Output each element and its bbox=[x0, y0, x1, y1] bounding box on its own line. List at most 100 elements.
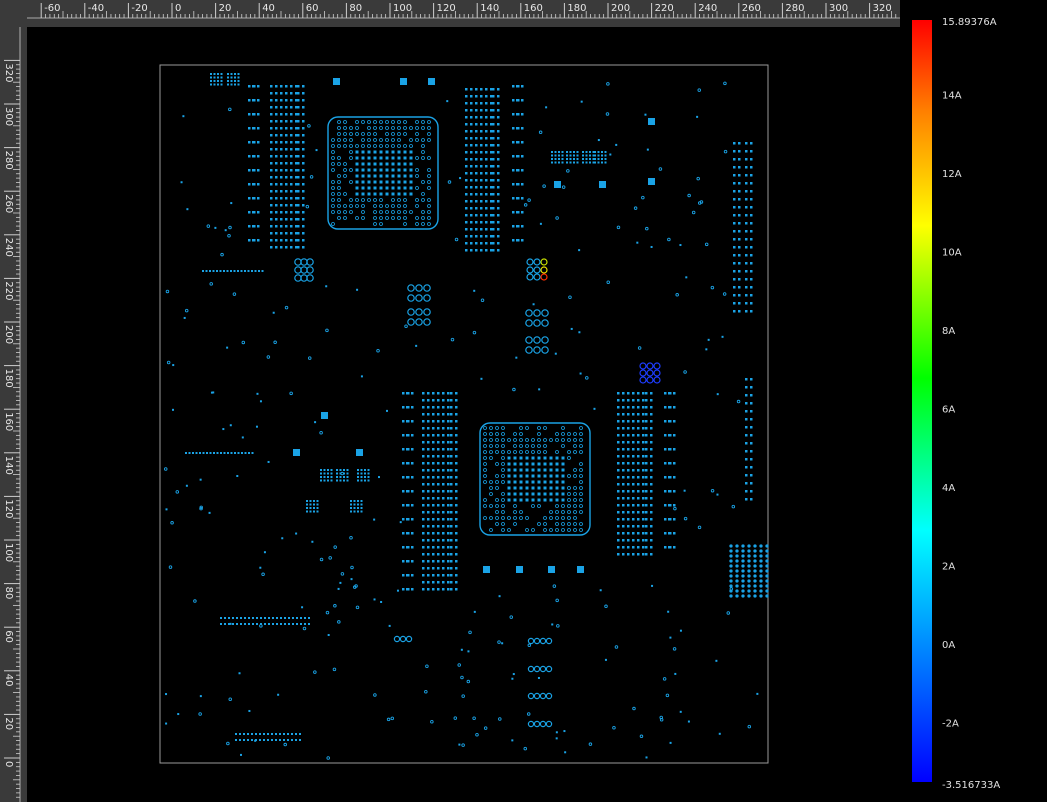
cap-pad bbox=[750, 158, 753, 161]
cap-pad bbox=[406, 406, 409, 409]
cap-pad bbox=[465, 214, 468, 217]
cap-pad bbox=[422, 525, 425, 528]
bga-core-pad bbox=[385, 162, 389, 166]
cap-pad bbox=[664, 392, 667, 395]
cap-pad bbox=[432, 462, 435, 465]
smd-pad bbox=[238, 672, 241, 675]
cap-pad bbox=[745, 206, 748, 209]
cap-pad bbox=[485, 242, 488, 245]
cap-pad bbox=[422, 392, 425, 395]
qfn-pad bbox=[217, 80, 219, 82]
qfn-pad bbox=[343, 479, 345, 482]
qfn-pad bbox=[346, 469, 349, 471]
cap-pad bbox=[516, 99, 519, 102]
cap-pad bbox=[432, 469, 435, 472]
via-pad bbox=[759, 574, 763, 578]
horizontal-ruler[interactable]: -60 -40 -20 0 20 40 60 80 100 120 140 160 180 200 220 2… bbox=[0, 0, 900, 27]
cap-pad bbox=[406, 448, 409, 451]
cap-pad bbox=[248, 155, 251, 158]
cap-pad bbox=[750, 410, 753, 413]
cap-pad bbox=[642, 497, 645, 500]
smd-pad bbox=[275, 739, 277, 741]
legend-tick-label: -2A bbox=[942, 718, 959, 729]
qfn-pad bbox=[558, 161, 560, 164]
cap-pad bbox=[745, 490, 748, 493]
cap-pad bbox=[257, 127, 260, 130]
cap-pad bbox=[280, 190, 283, 193]
cap-pad bbox=[442, 455, 445, 458]
cap-pad bbox=[290, 127, 293, 130]
smd-pad bbox=[254, 270, 257, 272]
smd-pad bbox=[244, 617, 246, 619]
qfn-pad bbox=[234, 80, 236, 82]
cap-pad bbox=[285, 134, 288, 137]
ruler-top-label: 300 bbox=[829, 3, 848, 14]
cap-pad bbox=[622, 483, 625, 486]
cap-pad bbox=[738, 182, 741, 185]
smd-pad bbox=[236, 475, 239, 478]
cap-pad bbox=[480, 137, 483, 140]
bga-core-pad bbox=[561, 474, 565, 478]
qfn-pad bbox=[582, 161, 584, 164]
via-pad bbox=[765, 569, 769, 573]
bga-core-pad bbox=[507, 456, 511, 460]
cap-pad bbox=[270, 127, 273, 130]
cap-pad bbox=[450, 448, 453, 451]
cap-pad bbox=[297, 141, 300, 144]
cap-pad bbox=[257, 197, 260, 200]
smd-pad bbox=[185, 452, 187, 454]
smd-pad bbox=[284, 623, 286, 625]
cap-pad bbox=[622, 553, 625, 556]
qfn-pad bbox=[360, 476, 363, 478]
qfn-pad bbox=[306, 510, 308, 513]
cap-pad bbox=[745, 238, 748, 241]
cap-pad bbox=[480, 158, 483, 161]
cap-pad bbox=[455, 483, 458, 486]
cap-pad bbox=[450, 483, 453, 486]
cap-pad bbox=[290, 211, 293, 214]
cap-pad bbox=[422, 553, 425, 556]
cap-pad bbox=[270, 99, 273, 102]
cap-pad bbox=[480, 151, 483, 154]
cap-pad bbox=[275, 141, 278, 144]
cap-pad bbox=[637, 518, 640, 521]
bga-core-pad bbox=[537, 498, 541, 502]
cap-pad bbox=[470, 228, 473, 231]
smd-pad bbox=[580, 100, 583, 103]
smd-pad bbox=[548, 566, 555, 573]
via-pad bbox=[741, 579, 745, 583]
cap-pad bbox=[750, 450, 753, 453]
pcb-current-density-view[interactable] bbox=[27, 27, 900, 802]
cap-pad bbox=[270, 162, 273, 165]
cap-pad bbox=[485, 130, 488, 133]
cap-pad bbox=[738, 310, 741, 313]
cap-pad bbox=[427, 483, 430, 486]
smd-pad bbox=[256, 392, 259, 395]
smd-pad bbox=[183, 316, 186, 319]
cap-pad bbox=[427, 511, 430, 514]
cap-pad bbox=[270, 141, 273, 144]
cap-pad bbox=[280, 127, 283, 130]
cap-pad bbox=[622, 399, 625, 402]
bga-core-pad bbox=[403, 180, 407, 184]
cap-pad bbox=[512, 211, 515, 214]
cap-pad bbox=[516, 169, 519, 172]
bga-core-pad bbox=[531, 474, 535, 478]
vertical-ruler[interactable]: 3203002802602402202001801601401201008060… bbox=[0, 0, 27, 802]
cap-pad bbox=[738, 222, 741, 225]
cap-pad bbox=[437, 504, 440, 507]
cap-pad bbox=[280, 246, 283, 249]
cap-pad bbox=[432, 490, 435, 493]
cap-pad bbox=[745, 174, 748, 177]
qfn-pad bbox=[313, 507, 315, 509]
cap-pad bbox=[516, 225, 519, 228]
ruler-top-label: 20 bbox=[219, 3, 232, 14]
qfn-pad bbox=[589, 154, 591, 157]
cap-pad bbox=[750, 426, 753, 429]
cap-pad bbox=[497, 137, 500, 140]
cap-pad bbox=[650, 497, 653, 500]
cap-pad bbox=[432, 567, 435, 570]
cap-pad bbox=[270, 134, 273, 137]
cap-pad bbox=[406, 420, 409, 423]
via-pad bbox=[741, 554, 745, 558]
